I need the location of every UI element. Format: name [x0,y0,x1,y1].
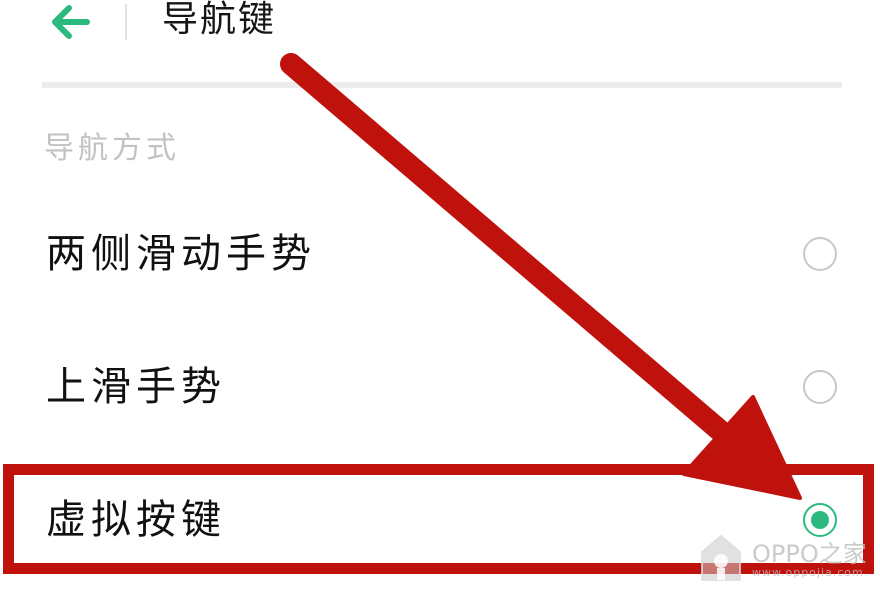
section-title: 导航方式 [44,131,180,166]
back-button[interactable] [44,0,94,44]
option-swipe-up-gesture[interactable]: 上滑手势 [0,322,880,452]
option-label: 上滑手势 [46,364,226,410]
option-two-side-swipe-gesture[interactable]: 两侧滑动手势 [0,189,880,319]
option-label: 虚拟按键 [46,497,226,543]
radio-selected-dot [811,511,829,529]
option-virtual-keys[interactable]: 虚拟按键 [0,455,880,585]
header-divider [125,4,127,40]
radio-button[interactable] [803,370,837,404]
radio-button-selected[interactable] [803,503,837,537]
page-title: 导航键 [162,0,277,40]
option-label: 两侧滑动手势 [46,231,316,277]
radio-button[interactable] [803,237,837,271]
header-separator [42,82,842,88]
arrow-left-icon [52,5,90,39]
